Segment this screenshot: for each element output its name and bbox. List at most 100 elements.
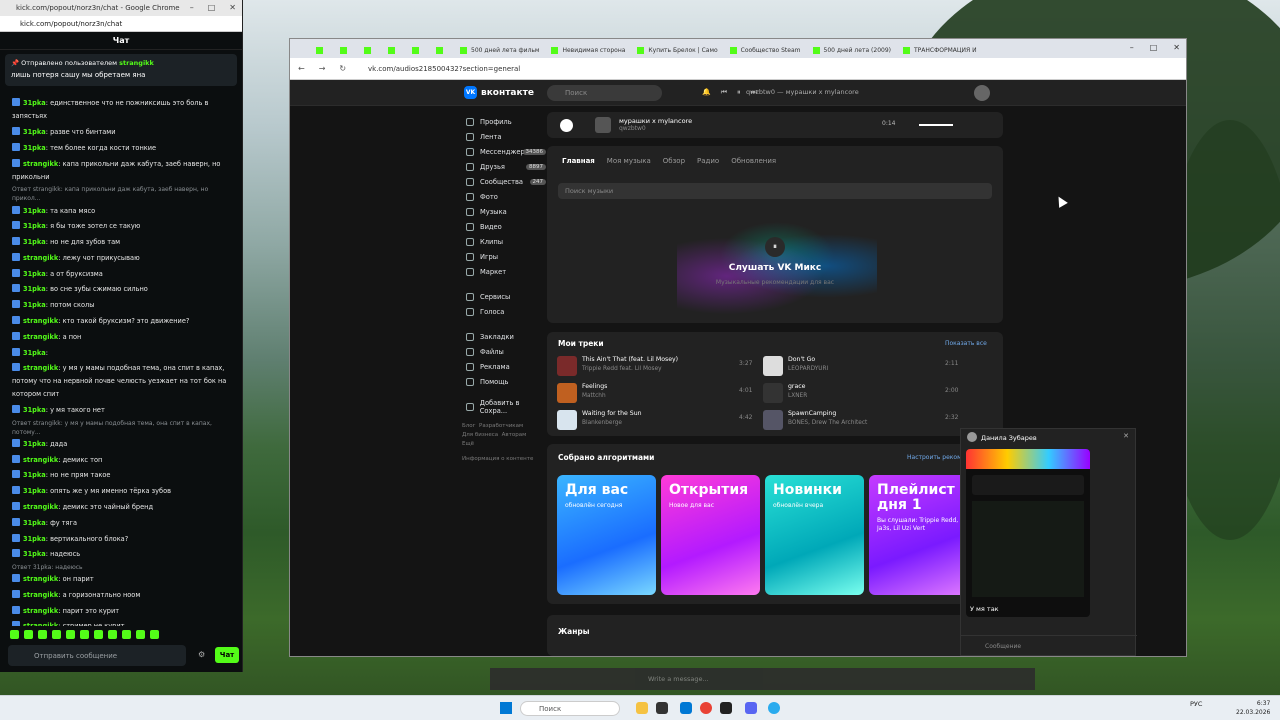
- footer-links[interactable]: Блог Разработчикам Для бизнеса Авторам Е…: [462, 422, 542, 449]
- playlist-card[interactable]: Новинки обновлён вчера: [765, 475, 864, 595]
- close-icon[interactable]: ✕: [1123, 432, 1129, 440]
- chat-username[interactable]: 31pka: [23, 222, 46, 230]
- track-artist[interactable]: Mattchh: [582, 393, 606, 399]
- app-icon[interactable]: [680, 702, 692, 714]
- chat-username[interactable]: 31pka: [23, 301, 46, 309]
- minimize-icon[interactable]: –: [1130, 43, 1134, 52]
- app-icon[interactable]: [720, 702, 732, 714]
- chat-username[interactable]: 31pka: [23, 238, 46, 246]
- emote-icon[interactable]: [108, 630, 117, 639]
- chat-username[interactable]: strangikk: [23, 333, 58, 341]
- close-icon[interactable]: ✕: [1173, 43, 1180, 52]
- clock[interactable]: 6:37 22.03.2026: [1236, 699, 1270, 717]
- playlist-card[interactable]: Для вас обновлён сегодня: [557, 475, 656, 595]
- taskbar-search[interactable]: Поиск: [520, 701, 620, 716]
- track-artist[interactable]: Blankenberge: [582, 420, 622, 426]
- nav-item[interactable]: Музыка: [466, 204, 546, 219]
- chat-username[interactable]: 31pka: [23, 349, 46, 357]
- browser-tab[interactable]: [358, 43, 382, 58]
- nav-item[interactable]: Сервисы: [466, 289, 546, 304]
- nav-item[interactable]: Голоса: [466, 304, 546, 319]
- close-icon[interactable]: ✕: [229, 3, 236, 12]
- chat-username[interactable]: strangikk: [23, 607, 58, 615]
- playlist-card[interactable]: Плейлист дня 1 Вы слушали: Trippie Redd, …: [869, 475, 968, 595]
- chat-username[interactable]: 31pka: [23, 406, 46, 414]
- chat-username[interactable]: strangikk: [23, 456, 58, 464]
- browser-tab[interactable]: Невидимая сторона: [545, 43, 631, 58]
- track-row[interactable]: Don't Go LEOPARDYURI 2:11: [763, 355, 963, 377]
- language-indicator[interactable]: РУС: [1190, 700, 1202, 708]
- track-row[interactable]: grace LXNER 2:00: [763, 382, 963, 404]
- chat-username[interactable]: 31pka: [23, 440, 46, 448]
- browser-tab[interactable]: [430, 43, 454, 58]
- chat-username[interactable]: strangikk: [23, 364, 58, 372]
- show-all-link[interactable]: Показать все: [945, 340, 987, 347]
- forward-icon[interactable]: →: [319, 64, 326, 73]
- nav-item[interactable]: Закладки: [466, 329, 546, 344]
- chat-username[interactable]: strangikk: [23, 160, 58, 168]
- track-artist[interactable]: Trippie Redd feat. Lil Mosey: [582, 366, 662, 372]
- shared-screenshot-image[interactable]: [966, 449, 1090, 617]
- emote-icon[interactable]: [24, 630, 33, 639]
- app-icon[interactable]: [656, 702, 668, 714]
- nav-item[interactable]: Помощь: [466, 374, 546, 389]
- chat-username[interactable]: 31pka: [23, 535, 46, 543]
- chat-username[interactable]: strangikk: [23, 575, 58, 583]
- chat-username[interactable]: strangikk: [23, 591, 58, 599]
- track-row[interactable]: This Ain't That (feat. Lil Mosey) Trippie…: [557, 355, 757, 377]
- bottom-message-input[interactable]: Write a message...: [490, 668, 1035, 690]
- emote-icon[interactable]: [66, 630, 75, 639]
- avatar[interactable]: [974, 85, 990, 101]
- emote-icon[interactable]: [94, 630, 103, 639]
- volume-slider[interactable]: [919, 124, 953, 126]
- nav-item[interactable]: Друзья 8897: [466, 159, 546, 174]
- chat-username[interactable]: 31pka: [23, 270, 46, 278]
- music-tab[interactable]: Обзор: [663, 157, 685, 165]
- prev-icon[interactable]: ⏮: [721, 88, 727, 97]
- nav-item[interactable]: Реклама: [466, 359, 546, 374]
- chat-username[interactable]: 31pka: [23, 99, 46, 107]
- maximize-icon[interactable]: □: [1150, 43, 1158, 52]
- track-row[interactable]: SpawnCamping BONES, Drew The Architect 2:3…: [763, 409, 963, 431]
- reload-icon[interactable]: ↻: [339, 64, 346, 73]
- chat-username[interactable]: 31pka: [23, 519, 46, 527]
- telegram-icon[interactable]: [768, 702, 780, 714]
- chat-username[interactable]: 31pka: [23, 144, 46, 152]
- back-icon[interactable]: ←: [298, 64, 305, 73]
- chat-address-bar[interactable]: kick.com/popout/norz3n/chat: [0, 16, 242, 32]
- discord-icon[interactable]: [745, 702, 757, 714]
- nav-item[interactable]: Профиль: [466, 114, 546, 129]
- nav-item[interactable]: Сообщества 247: [466, 174, 546, 189]
- mix-pause-button[interactable]: ⏸: [765, 237, 785, 257]
- chat-username[interactable]: strangikk: [23, 622, 58, 626]
- emote-icon[interactable]: [52, 630, 61, 639]
- pinned-message[interactable]: 📌 Отправлено пользователем strangikk лиш…: [5, 54, 237, 86]
- chat-username[interactable]: 31pka: [23, 550, 46, 558]
- nav-item[interactable]: Игры: [466, 249, 546, 264]
- content-info-link[interactable]: Информация о контенте: [462, 455, 542, 464]
- track-artist[interactable]: LEOPARDYURI: [788, 366, 828, 372]
- chat-input[interactable]: Отправить сообщение: [8, 645, 186, 666]
- nav-item[interactable]: Фото: [466, 189, 546, 204]
- chat-username[interactable]: 31pka: [23, 128, 46, 136]
- start-icon[interactable]: [500, 702, 512, 714]
- emote-icon[interactable]: [122, 630, 131, 639]
- emote-icon[interactable]: [38, 630, 47, 639]
- emote-icon[interactable]: [80, 630, 89, 639]
- music-search-input[interactable]: Поиск музыки: [558, 183, 992, 199]
- browser-tab[interactable]: Купить Брелок | Само: [631, 43, 723, 58]
- chrome-icon[interactable]: [700, 702, 712, 714]
- browser-tab[interactable]: [310, 43, 334, 58]
- top-now-playing[interactable]: qwzbtw0 — мурашки x mylancore: [746, 88, 859, 96]
- browser-tab[interactable]: 500 дней лета (2009): [807, 43, 898, 58]
- browser-tab[interactable]: [334, 43, 358, 58]
- browser-tab[interactable]: ТРАНСФОРМАЦИЯ И: [897, 43, 983, 58]
- folder-icon[interactable]: [636, 702, 648, 714]
- play-pause-button[interactable]: [560, 118, 573, 132]
- address-bar[interactable]: ← → ↻ vk.com/audios218500432?section=gener…: [290, 58, 1186, 80]
- chat-send-button[interactable]: Чат: [215, 647, 239, 663]
- emote-icon[interactable]: [150, 630, 159, 639]
- nav-item[interactable]: Лента: [466, 129, 546, 144]
- playlist-card[interactable]: Открытия Новое для вас: [661, 475, 760, 595]
- track-row[interactable]: Feelings Mattchh 4:01: [557, 382, 757, 404]
